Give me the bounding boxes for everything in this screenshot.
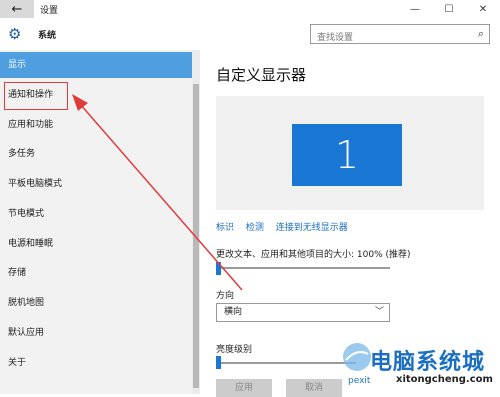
sidebar-item-label: 电源和睡眠 [8, 239, 54, 249]
watermark-logo: 电脑系统城 pexit xitongcheng.com [340, 336, 500, 394]
scrollbar-thumb[interactable] [193, 84, 199, 388]
wireless-display-link[interactable]: 连接到无线显示器 [276, 223, 348, 233]
brightness-slider-track[interactable] [216, 362, 356, 364]
scale-slider-thumb[interactable] [216, 262, 221, 275]
sidebar-item-multitasking[interactable]: 多任务 [0, 141, 192, 167]
minimize-button[interactable]: — [398, 0, 432, 18]
watermark-logo-icon [343, 343, 371, 371]
page-title: 自定义显示器 [216, 66, 307, 84]
orientation-value: 横向 [224, 307, 243, 317]
brightness-slider-thumb[interactable] [216, 356, 221, 369]
sidebar-item-offline-maps[interactable]: 脱机地图 [0, 290, 192, 316]
watermark-url: xitongcheng.com [396, 374, 493, 385]
search-box[interactable]: ⌕ [310, 24, 490, 47]
search-input[interactable] [311, 29, 461, 47]
sidebar-item-label: 多任务 [8, 149, 36, 159]
scale-label: 更改文本、应用和其他项目的大小: 100% (推荐) [216, 250, 411, 260]
apply-button[interactable]: 应用 [216, 379, 272, 397]
sidebar-item-label: 关于 [8, 358, 27, 368]
scale-slider-track[interactable] [216, 267, 390, 269]
window-title: 设置 [40, 6, 59, 16]
sidebar-item-display[interactable]: 显示 [0, 52, 192, 78]
cancel-button[interactable]: 取消 [286, 379, 342, 397]
sidebar-item-default-apps[interactable]: 默认应用 [0, 320, 192, 346]
display-links: 标识 检测 连接到无线显示器 [216, 220, 357, 233]
monitor-number: 1 [334, 133, 360, 177]
search-icon[interactable]: ⌕ [478, 27, 484, 41]
maximize-button[interactable]: ☐ [432, 0, 466, 18]
sidebar-item-storage[interactable]: 存储 [0, 260, 192, 286]
close-icon: ✕ [478, 3, 488, 15]
sidebar-item-label: 脱机地图 [8, 298, 45, 308]
close-button[interactable]: ✕ [466, 0, 500, 18]
title-bar: ← 设置 — ☐ ✕ [0, 0, 500, 18]
sidebar-item-label: 显示 [8, 60, 27, 70]
annotation-highlight-box [4, 82, 68, 110]
back-button[interactable]: ← [0, 0, 34, 18]
sidebar-item-about[interactable]: 关于 [0, 350, 192, 376]
chevron-down-icon: ﹀ [374, 307, 384, 317]
sidebar-item-apps[interactable]: 应用和功能 [0, 112, 192, 138]
identify-link[interactable]: 标识 [216, 223, 234, 233]
sidebar-item-label: 平板电脑模式 [8, 179, 63, 189]
brightness-label: 亮度级别 [216, 345, 253, 355]
sidebar-item-label: 存储 [8, 268, 27, 278]
gear-icon: ⚙ [8, 25, 22, 43]
orientation-dropdown[interactable]: 横向 ﹀ [216, 303, 390, 322]
watermark-brand: 电脑系统城 [370, 350, 486, 375]
maximize-icon: ☐ [444, 3, 454, 15]
sidebar-item-label: 节电模式 [8, 209, 45, 219]
back-arrow-icon: ← [11, 1, 23, 17]
sidebar-item-tablet-mode[interactable]: 平板电脑模式 [0, 171, 192, 197]
watermark-prefix: pexit [348, 376, 371, 386]
sidebar-item-power-sleep[interactable]: 电源和睡眠 [0, 231, 192, 257]
orientation-label: 方向 [216, 291, 235, 301]
sidebar-item-label: 默认应用 [8, 328, 45, 338]
sidebar-item-label: 应用和功能 [8, 120, 54, 130]
minimize-icon: — [410, 3, 420, 15]
sidebar-item-battery-saver[interactable]: 节电模式 [0, 201, 192, 227]
detect-link[interactable]: 检测 [246, 223, 264, 233]
monitor-tile[interactable]: 1 [292, 124, 402, 186]
sidebar-scrollbar[interactable] [192, 50, 200, 394]
sidebar-header: ⚙ 系统 [0, 18, 200, 50]
section-title: 系统 [38, 31, 57, 41]
monitor-arrangement-area: 1 [216, 96, 484, 210]
